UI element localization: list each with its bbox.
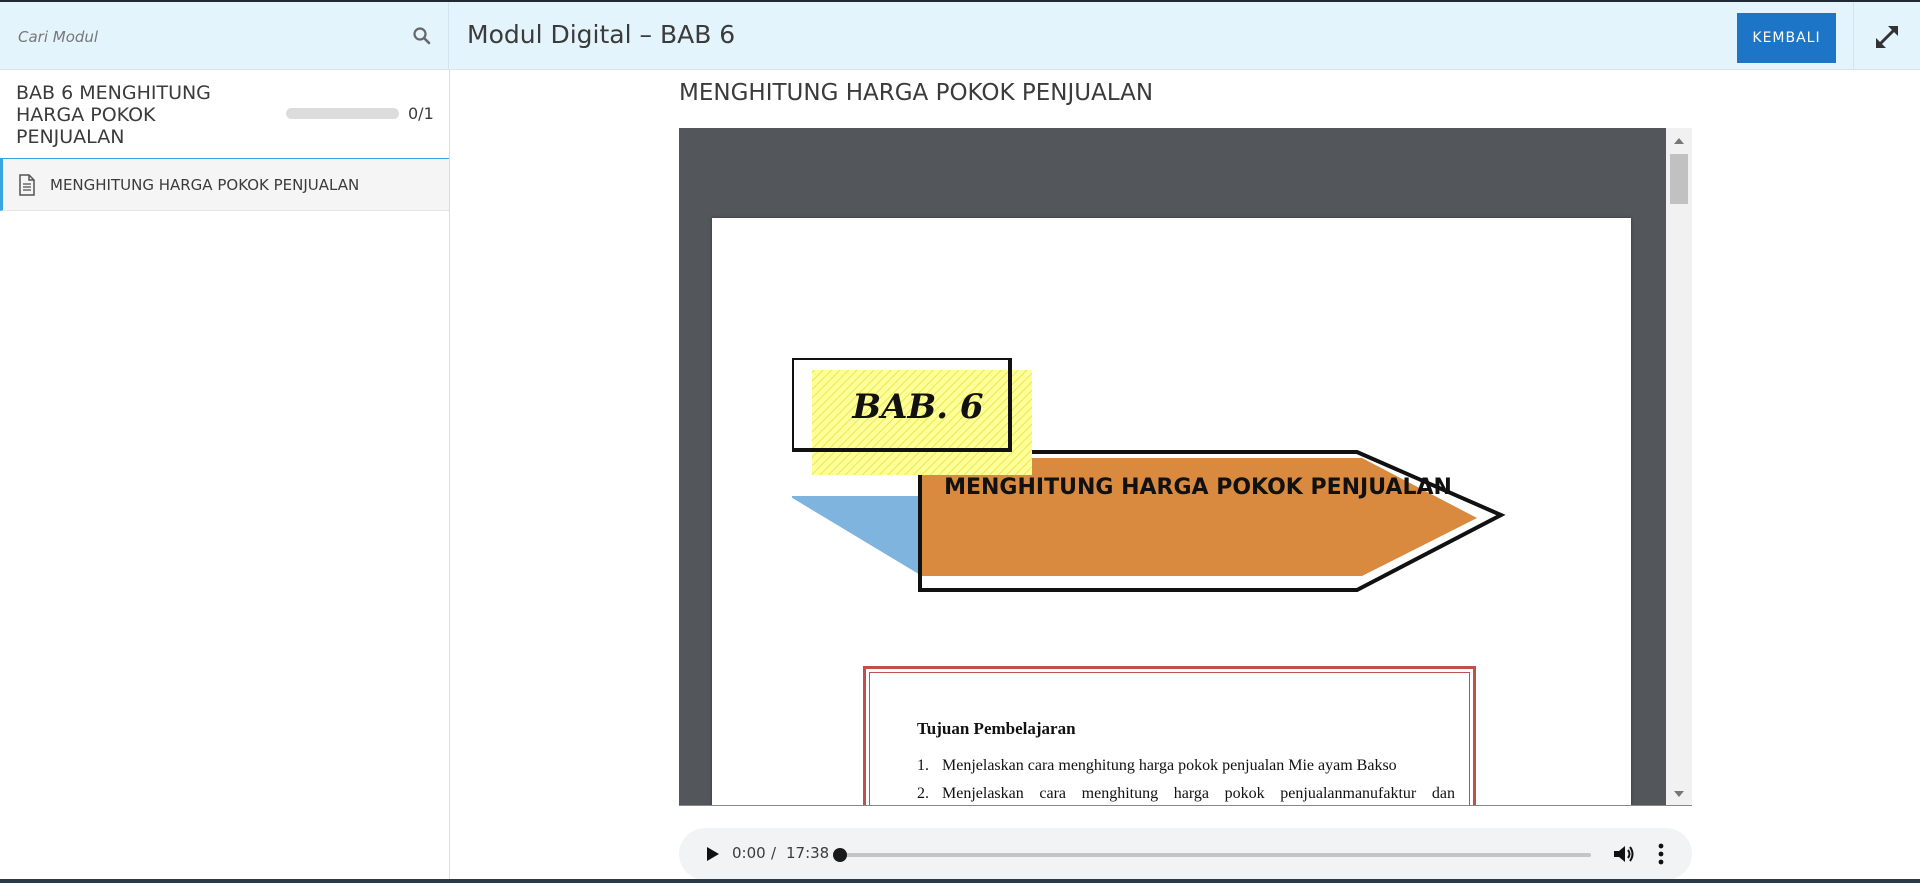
top-header: Modul Digital – BAB 6 KEMBALI: [0, 2, 1920, 70]
objectives-inner: Tujuan Pembelajaran 1. Menjelaskan cara …: [869, 672, 1470, 805]
objective-text: Menjelaskan cara menghitung harga pokok …: [942, 757, 1397, 774]
scrollbar-thumb[interactable]: [1670, 154, 1688, 204]
pdf-viewer[interactable]: BAB. 6 MENGHITUNG HARGA POKOK PENJUALAN …: [679, 128, 1692, 806]
progress-count: 0/1: [408, 104, 434, 123]
objective-item: 1. Menjelaskan cara menghitung harga pok…: [917, 757, 1455, 775]
objective-number: 1.: [917, 757, 929, 774]
objective-text: Menjelaskan cara menghitung harga pokok …: [942, 785, 1455, 802]
scroll-down-icon[interactable]: [1674, 791, 1684, 797]
objective-item: 2. Menjelaskan cara menghitung harga pok…: [917, 785, 1455, 803]
chapter-title: MENGHITUNG HARGA POKOK PENJUALAN: [944, 475, 1452, 500]
audio-seek-bar[interactable]: [833, 848, 1591, 862]
audio-time-separator: /: [771, 844, 777, 862]
module-section-header[interactable]: BAB 6 MENGHITUNG HARGA POKOK PENJUALAN 0…: [0, 70, 449, 159]
fullscreen-icon[interactable]: [1872, 22, 1902, 52]
volume-icon[interactable]: [1612, 843, 1636, 865]
scroll-up-icon[interactable]: [1674, 138, 1684, 144]
audio-player: 0:00 / 17:38: [679, 828, 1692, 880]
play-icon[interactable]: [701, 843, 723, 865]
objectives-heading: Tujuan Pembelajaran: [917, 719, 1076, 738]
page-title: Modul Digital – BAB 6: [467, 20, 736, 49]
sidebar-item-label: MENGHITUNG HARGA POKOK PENJUALAN: [50, 176, 360, 194]
audio-duration: 17:38: [786, 844, 830, 862]
progress-bar: [286, 108, 399, 119]
chapter-label: BAB. 6: [851, 387, 983, 427]
section-title: BAB 6 MENGHITUNG HARGA POKOK PENJUALAN: [16, 82, 211, 148]
sidebar: BAB 6 MENGHITUNG HARGA POKOK PENJUALAN 0…: [0, 70, 450, 879]
bottom-border: [0, 879, 1920, 883]
objectives-box: Tujuan Pembelajaran 1. Menjelaskan cara …: [863, 666, 1476, 805]
search-input[interactable]: [16, 22, 400, 52]
search-bar: [0, 2, 449, 70]
more-options-icon[interactable]: [1654, 842, 1668, 866]
content-title: MENGHITUNG HARGA POKOK PENJUALAN: [679, 80, 1154, 106]
sidebar-item-lesson[interactable]: MENGHITUNG HARGA POKOK PENJUALAN: [0, 159, 449, 211]
seek-thumb[interactable]: [833, 848, 847, 862]
pdf-page: BAB. 6 MENGHITUNG HARGA POKOK PENJUALAN …: [712, 218, 1631, 805]
banner-blue-shape: [792, 496, 922, 576]
objective-number: 2.: [917, 785, 929, 802]
search-icon[interactable]: [412, 26, 432, 46]
back-button[interactable]: KEMBALI: [1737, 13, 1836, 63]
document-icon: [19, 174, 35, 196]
divider: [1853, 2, 1854, 70]
viewer-scrollbar[interactable]: [1666, 128, 1692, 805]
audio-current-time: 0:00: [732, 844, 766, 862]
chapter-banner: BAB. 6 MENGHITUNG HARGA POKOK PENJUALAN: [792, 358, 1506, 592]
